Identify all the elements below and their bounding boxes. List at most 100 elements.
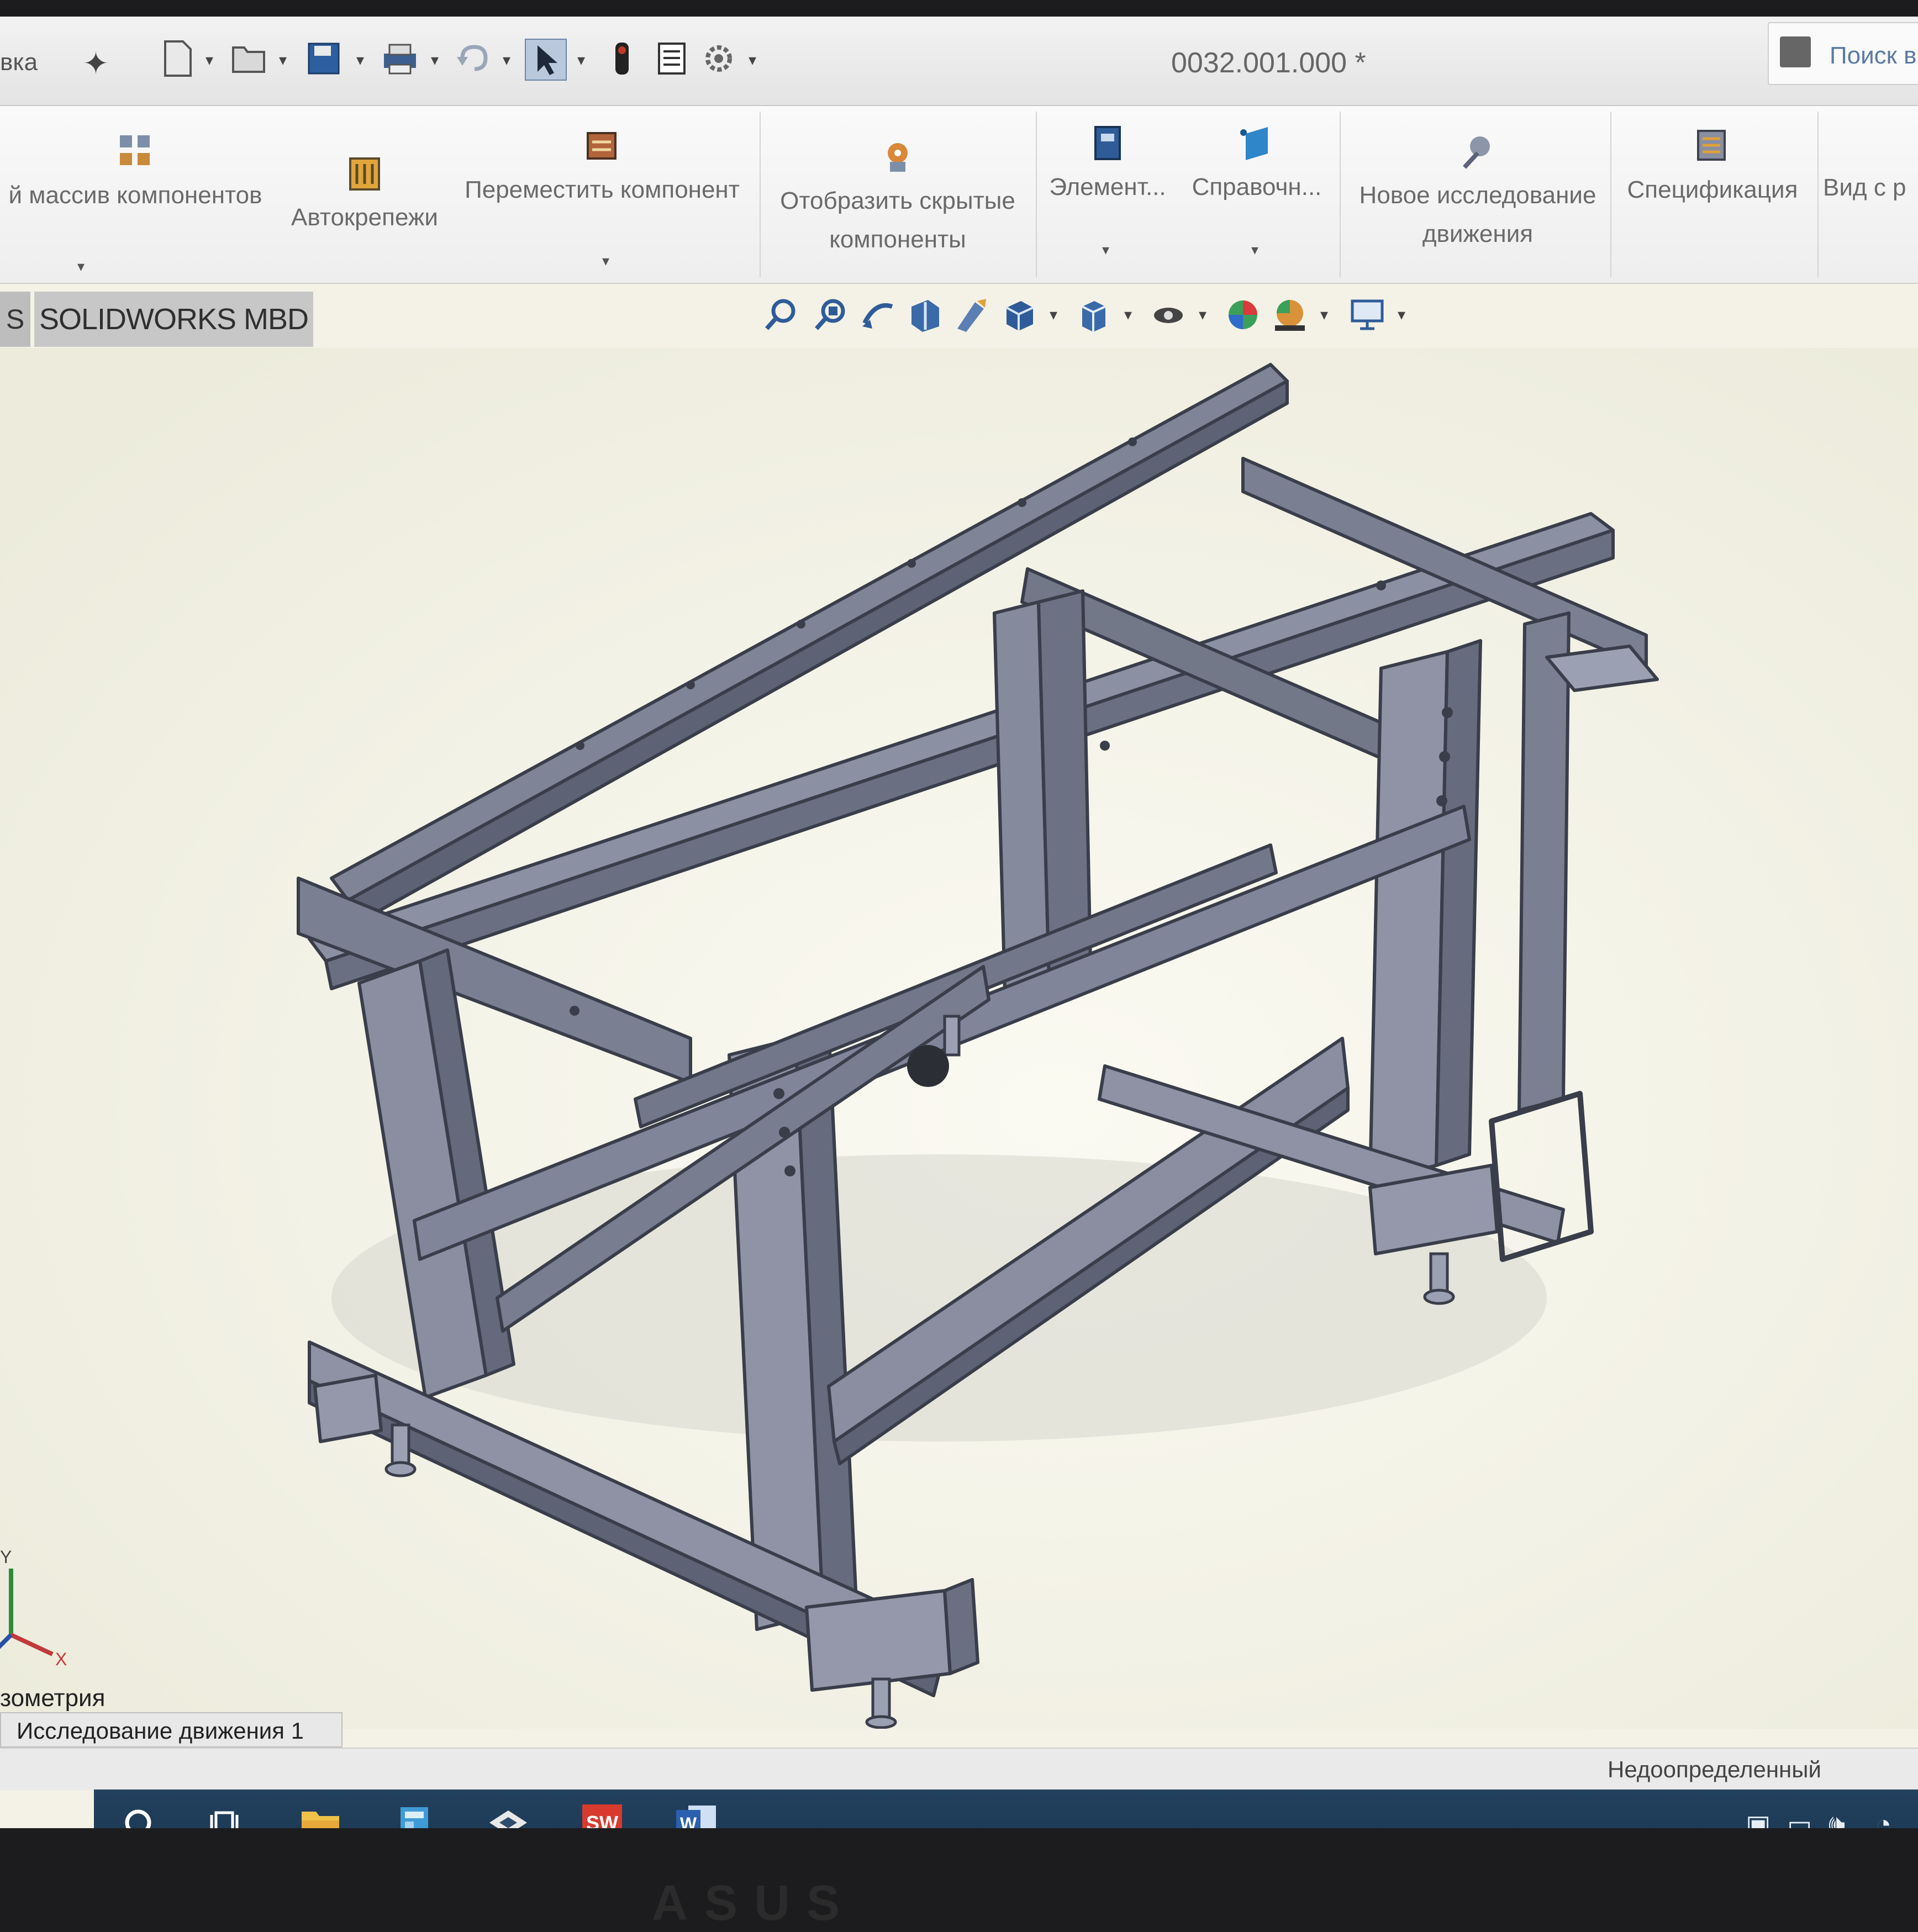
- select-arrow-icon[interactable]: [525, 39, 567, 81]
- windows-taskbar: SW W ︿ ▣ ▭ 🕪 ◔: [94, 1790, 1918, 1828]
- view-orientation-icon[interactable]: [1000, 295, 1039, 334]
- wifi-icon[interactable]: ◔: [1875, 1809, 1891, 1828]
- show-hidden-label-line2: компоненты: [829, 226, 966, 253]
- hide-show-items-icon[interactable]: [1149, 295, 1188, 334]
- rebuild-icon[interactable]: [602, 39, 642, 78]
- chevron-down-icon[interactable]: ▾: [1199, 305, 1206, 324]
- autofasteners-label: Автокрепежи: [291, 204, 438, 231]
- assembly-features-label: Элемент...: [1049, 173, 1166, 200]
- search-help-icon[interactable]: [1780, 36, 1811, 67]
- new-motion-study-button[interactable]: Новое исследование движения: [1348, 131, 1608, 254]
- chevron-down-icon[interactable]: ▾: [1102, 241, 1109, 258]
- solidworks-taskbar-icon[interactable]: SW: [569, 1795, 635, 1828]
- task-view-icon[interactable]: [193, 1795, 260, 1828]
- chevron-down-icon[interactable]: ▾: [1251, 241, 1258, 258]
- tab-solidworks-mbd[interactable]: SOLIDWORKS MBD: [34, 292, 313, 347]
- view-orientation-name: зометрия: [0, 1685, 106, 1712]
- options-gear-icon[interactable]: [699, 39, 739, 78]
- tray-chevron-up-icon[interactable]: ︿: [1701, 1809, 1728, 1828]
- status-bar: Недоопределенный: [0, 1748, 1918, 1791]
- move-component-icon: [587, 132, 616, 160]
- ribbon-separator: [1817, 112, 1819, 277]
- assembly-model[interactable]: Y X: [0, 348, 1918, 1729]
- battery-icon[interactable]: ▭: [1787, 1809, 1812, 1828]
- chevron-down-icon[interactable]: ▾: [431, 51, 439, 69]
- search-box[interactable]: Поиск в: [1768, 22, 1918, 85]
- print-icon[interactable]: [380, 39, 420, 78]
- exploded-view-label: Вид с р: [1823, 174, 1906, 201]
- reference-geometry-label: Справочн...: [1192, 173, 1322, 200]
- pin-icon[interactable]: ✦: [83, 45, 109, 82]
- display-style-icon[interactable]: [1074, 295, 1113, 334]
- autofastener-icon: [349, 157, 380, 191]
- reference-geometry-icon: [1240, 127, 1268, 160]
- chevron-down-icon[interactable]: ▾: [205, 51, 213, 69]
- bom-label: Спецификация: [1627, 176, 1798, 203]
- chevron-down-icon[interactable]: ▾: [77, 258, 85, 275]
- chevron-down-icon[interactable]: ▾: [503, 51, 510, 69]
- zoom-area-icon[interactable]: [812, 295, 851, 334]
- quick-access-text: вка: [0, 49, 38, 76]
- autofasteners-button[interactable]: Автокрепежи: [282, 153, 447, 237]
- document-title: 0032.001.000 *: [1171, 47, 1366, 79]
- pattern-components-button[interactable]: й массив компонентов: [0, 131, 271, 215]
- solidworks-logo-text: SW: [586, 1812, 618, 1828]
- ribbon-separator: [1610, 112, 1611, 277]
- solidworks-window: вка ✦ ▾ ▾ ▾ ▾ ▾ ▾ ▾ 0032.001.000 * Поиск…: [0, 17, 1918, 1828]
- tab-partial[interactable]: S: [0, 292, 30, 347]
- pattern-components-label: й массив компонентов: [8, 182, 262, 209]
- chevron-down-icon[interactable]: ▾: [1320, 305, 1328, 324]
- network-app-icon[interactable]: [475, 1795, 541, 1828]
- chevron-down-icon[interactable]: ▾: [602, 252, 609, 270]
- move-component-button[interactable]: Переместить компонент: [453, 125, 751, 209]
- chevron-down-icon[interactable]: ▾: [1050, 305, 1057, 324]
- cortana-circle-icon[interactable]: [105, 1795, 171, 1828]
- new-document-icon[interactable]: [157, 39, 197, 78]
- chevron-down-icon[interactable]: ▾: [356, 51, 364, 69]
- reference-geometry-button[interactable]: Справочн...: [1182, 123, 1331, 207]
- tab-motion-study-1[interactable]: Исследование движения 1: [0, 1712, 342, 1748]
- status-definition: Недоопределенный: [1608, 1756, 1821, 1782]
- chevron-down-icon[interactable]: ▾: [279, 51, 287, 69]
- section-view-icon[interactable]: [906, 295, 945, 334]
- file-explorer-icon[interactable]: [287, 1795, 354, 1828]
- bom-icon: [1697, 130, 1726, 161]
- chevron-down-icon[interactable]: ▾: [749, 51, 756, 69]
- bill-of-materials-button[interactable]: Спецификация: [1616, 125, 1809, 209]
- chevron-down-icon[interactable]: ▾: [1398, 305, 1405, 324]
- title-bar: вка ✦ ▾ ▾ ▾ ▾ ▾ ▾ ▾ 0032.001.000 * Поиск…: [0, 17, 1918, 106]
- pattern-icon: [120, 135, 150, 165]
- graphics-area[interactable]: Y X: [0, 348, 1918, 1729]
- apply-scene-icon[interactable]: [1271, 295, 1309, 334]
- triad-y-label: Y: [0, 1547, 12, 1567]
- ribbon-separator: [1340, 112, 1341, 277]
- show-hidden-icon: [888, 143, 908, 172]
- word-taskbar-icon[interactable]: W: [663, 1795, 729, 1828]
- edit-appearance-icon[interactable]: [1224, 295, 1262, 334]
- undo-icon[interactable]: [452, 39, 492, 78]
- app-tile-icon[interactable]: [381, 1795, 447, 1828]
- assembly-features-button[interactable]: Элемент...: [1039, 123, 1177, 207]
- view-settings-monitor-icon[interactable]: [1348, 295, 1387, 334]
- dynamic-annotation-icon[interactable]: [953, 295, 992, 334]
- exploded-view-button[interactable]: Вид с р: [1823, 168, 1918, 207]
- tray-device-icon[interactable]: ▣: [1746, 1809, 1771, 1828]
- chevron-down-icon[interactable]: ▾: [577, 51, 585, 69]
- previous-view-icon[interactable]: [859, 295, 898, 334]
- chevron-down-icon[interactable]: ▾: [1124, 305, 1132, 324]
- open-folder-icon[interactable]: [229, 39, 269, 78]
- assembly-feature-icon: [1094, 126, 1121, 160]
- word-logo-text: W: [680, 1814, 697, 1828]
- show-hidden-components-button[interactable]: Отобразить скрытые компоненты: [768, 136, 1028, 259]
- ribbon-separator: [760, 112, 761, 277]
- save-icon[interactable]: [304, 39, 344, 78]
- zoom-to-fit-icon[interactable]: [762, 295, 801, 334]
- motion-study-icon: [1463, 136, 1490, 169]
- model-handle-knob: [907, 1045, 949, 1087]
- search-input[interactable]: Поиск в: [1830, 42, 1917, 70]
- laptop-brand-logo: ASUS: [652, 1876, 857, 1931]
- volume-icon[interactable]: 🕪: [1829, 1809, 1845, 1828]
- show-hidden-label-line1: Отобразить скрытые: [780, 187, 1015, 214]
- file-properties-icon[interactable]: [652, 39, 692, 78]
- ribbon-separator: [1036, 112, 1037, 277]
